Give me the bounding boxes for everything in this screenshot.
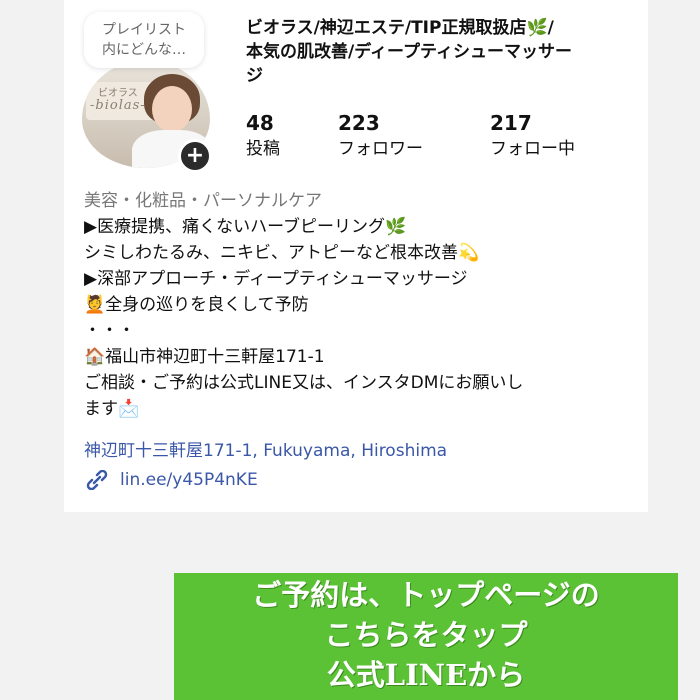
location-link[interactable]: 神辺町十三軒屋171-1, Fukuyama, Hiroshima xyxy=(84,436,447,461)
note-bubble[interactable]: プレイリスト 内にどんな… xyxy=(84,12,204,68)
add-story-plus-icon[interactable]: + xyxy=(178,139,212,173)
bio-line-5: ・・・ xyxy=(84,321,135,341)
note-line-1: プレイリスト xyxy=(102,22,186,38)
cta-line-2: こちらをタップ xyxy=(324,618,528,652)
stat-following-label: フォロー中 xyxy=(490,139,575,159)
cta-line-3: 公式LINEから xyxy=(326,658,526,692)
cta-line-1: ご予約は、トップページの xyxy=(252,578,600,612)
note-line-2: 内にどんな… xyxy=(102,42,186,58)
profile-bio: 美容・化粧品・パーソナルケア ▶医療提携、痛くないハーブピーリング🌿 シミしわた… xyxy=(84,188,644,422)
profile-name-line-1: ビオラス/神辺エステ/TIP正規取扱店🌿/ xyxy=(246,18,554,38)
bio-line-8: ます📩 xyxy=(84,399,140,419)
bio-line-2: シミしわたるみ、ニキビ、アトピーなど根本改善💫 xyxy=(84,243,480,263)
external-link[interactable]: lin.ee/y45P4nKE xyxy=(84,470,258,490)
avatar-sign-big: -biolas- xyxy=(90,98,146,113)
external-link-text: lin.ee/y45P4nKE xyxy=(120,470,258,490)
stat-followers[interactable]: 223 フォロワー xyxy=(338,110,423,162)
stat-followers-value: 223 xyxy=(338,111,380,135)
profile-name: ビオラス/神辺エステ/TIP正規取扱店🌿/ 本気の肌改善/ディープティシューマッ… xyxy=(246,16,636,88)
stat-followers-label: フォロワー xyxy=(338,139,423,159)
profile-name-line-2: 本気の肌改善/ディープティシューマッサー xyxy=(246,42,572,62)
avatar-sign-small: ビオラス xyxy=(98,88,138,99)
stat-posts-label: 投稿 xyxy=(246,139,280,159)
line-reservation-banner[interactable]: ご予約は、トップページの こちらをタップ 公式LINEから xyxy=(174,573,678,700)
bio-line-7: ご相談・ご予約は公式LINE又は、インスタDMにお願いし xyxy=(84,373,524,393)
bio-line-1: ▶医療提携、痛くないハーブピーリング🌿 xyxy=(84,217,407,237)
profile-name-line-3: ジ xyxy=(246,66,263,86)
bio-line-4: 💆全身の巡りを良くして予防 xyxy=(84,295,309,315)
bio-category: 美容・化粧品・パーソナルケア xyxy=(84,191,322,211)
bio-line-3: ▶深部アプローチ・ディープティシューマッサージ xyxy=(84,269,468,289)
stat-posts-value: 48 xyxy=(246,111,274,135)
stat-following-value: 217 xyxy=(490,111,532,135)
link-icon xyxy=(86,470,108,490)
stat-posts[interactable]: 48 投稿 xyxy=(246,110,280,162)
stat-following[interactable]: 217 フォロー中 xyxy=(490,110,575,162)
bio-line-6: 🏠福山市神辺町十三軒屋171-1 xyxy=(84,347,325,367)
avatar-face xyxy=(152,86,192,132)
